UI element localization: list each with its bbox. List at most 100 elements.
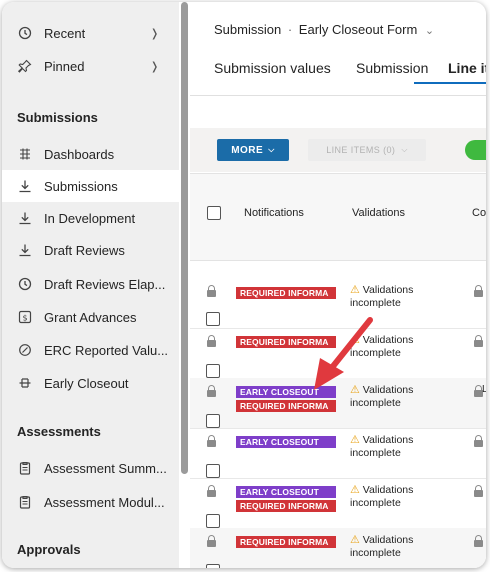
notification-badge: REQUIRED INFORMA — [236, 400, 336, 412]
sidebar-item-label: Submissions — [44, 178, 118, 194]
validation-subtext: incomplete — [350, 297, 401, 309]
validation-status: ⚠ Validations incomplete — [350, 284, 413, 310]
clipboard-icon — [17, 494, 33, 510]
tab-submission-values[interactable]: Submission values — [214, 60, 331, 76]
grid-header — [190, 173, 486, 261]
line-items-button[interactable]: LINE ITEMS (0) ⌵ — [308, 139, 426, 161]
lock-icon — [207, 535, 216, 547]
validation-text: Validations — [362, 284, 414, 296]
pin-icon — [17, 58, 33, 74]
sidebar-item-dashboards[interactable]: Dashboards — [2, 138, 179, 170]
validation-status: ⚠ Validations incomplete — [350, 484, 413, 510]
validation-text: Validations — [362, 484, 414, 496]
chevron-down-icon: ⌵ — [268, 145, 275, 154]
line-items-button-label: LINE ITEMS (0) — [326, 145, 396, 155]
lock-icon — [207, 435, 216, 447]
validation-text: Validations — [362, 434, 414, 446]
sidebar-item-label: Pinned — [44, 58, 85, 74]
table-row[interactable]: EARLY CLOSEOUT ⚠ Validations incomplete — [190, 428, 486, 479]
sidebar-item-label: Early Closeout — [44, 375, 129, 391]
validation-status: ⚠ Validations incomplete — [350, 384, 413, 410]
validation-status: ⚠ Validations incomplete — [350, 434, 413, 460]
notification-badge: EARLY CLOSEOUT — [236, 486, 336, 498]
sidebar-scrollbar[interactable] — [181, 2, 188, 474]
section-heading-assessments: Assessments — [17, 424, 101, 439]
sidebar-item-assessment-summary[interactable]: Assessment Summ... — [2, 452, 179, 484]
column-header-validations[interactable]: Validations — [352, 207, 405, 219]
breadcrumb-separator: · — [287, 22, 293, 37]
validation-text: Validations — [362, 334, 414, 346]
breadcrumb-form[interactable]: Early Closeout Form — [299, 22, 417, 37]
validation-subtext: incomplete — [350, 447, 401, 459]
chevron-down-icon[interactable]: ⌄ — [425, 25, 434, 37]
validation-text: Validations — [362, 384, 414, 396]
warning-icon: ⚠ — [350, 484, 360, 496]
lock-icon — [474, 435, 483, 447]
sidebar-item-label: ERC Reported Valu... — [44, 342, 169, 358]
notification-badge: EARLY CLOSEOUT — [236, 386, 336, 398]
table-row[interactable]: REQUIRED INFORMA ⚠ Validations incomplete — [190, 528, 486, 568]
sidebar-item-erc-reported-values[interactable]: ERC Reported Valu... — [2, 334, 179, 366]
column-header-cor[interactable]: Cor — [472, 207, 486, 219]
sidebar-item-pinned[interactable]: Pinned ❭ — [2, 50, 179, 82]
tab-submission[interactable]: Submission — [356, 60, 428, 76]
sidebar-item-early-closeout[interactable]: Early Closeout — [2, 367, 179, 399]
tab-line-items[interactable]: Line it — [448, 60, 486, 76]
warning-icon: ⚠ — [350, 534, 360, 546]
more-button[interactable]: MORE ⌵ — [217, 139, 289, 161]
sidebar-item-recent[interactable]: Recent ❭ — [2, 17, 179, 49]
breadcrumb-entity[interactable]: Submission — [214, 22, 281, 37]
select-all-checkbox[interactable] — [207, 206, 221, 220]
chevron-down-icon[interactable]: ❭ — [150, 60, 159, 73]
warning-icon: ⚠ — [350, 334, 360, 346]
link-icon — [17, 342, 33, 358]
sidebar-item-label: Assessment Summ... — [44, 460, 167, 476]
sidebar-item-grant-advances[interactable]: $ Grant Advances — [2, 301, 179, 333]
sidebar-item-label: Draft Reviews — [44, 242, 125, 258]
notification-badge: REQUIRED INFORMA — [236, 336, 336, 348]
row-checkbox[interactable] — [206, 414, 220, 428]
chevron-down-icon[interactable]: ❭ — [150, 27, 159, 40]
lock-icon — [207, 485, 216, 497]
cor-value: Le — [482, 384, 486, 395]
table-row[interactable]: REQUIRED INFORMA ⚠ Validations incomplete — [190, 278, 486, 329]
validation-subtext: incomplete — [350, 547, 401, 559]
section-heading-approvals: Approvals — [17, 542, 81, 557]
active-tab-indicator — [414, 82, 486, 84]
lock-icon — [207, 385, 216, 397]
notification-badge: REQUIRED INFORMA — [236, 287, 336, 299]
column-header-notifications[interactable]: Notifications — [244, 207, 304, 219]
sidebar-item-in-development[interactable]: In Development — [2, 202, 179, 234]
dashboard-icon — [17, 146, 33, 162]
header-divider — [190, 95, 486, 96]
lock-icon — [474, 485, 483, 497]
notification-badge: EARLY CLOSEOUT — [236, 436, 336, 448]
svg-text:$: $ — [22, 313, 27, 322]
row-checkbox[interactable] — [206, 514, 220, 528]
sidebar-item-label: Recent — [44, 25, 86, 41]
app-window: Recent ❭ Pinned ❭ Submissions Dashboards… — [2, 2, 486, 568]
section-heading-submissions: Submissions — [17, 110, 98, 125]
warning-icon: ⚠ — [350, 284, 360, 296]
table-row[interactable]: EARLY CLOSEOUT REQUIRED INFORMA ⚠ Valida… — [190, 478, 486, 529]
lock-icon — [474, 535, 483, 547]
sidebar-item-draft-reviews[interactable]: Draft Reviews — [2, 234, 179, 266]
download-icon — [17, 242, 33, 258]
validation-subtext: incomplete — [350, 397, 401, 409]
sidebar-item-label: Grant Advances — [44, 309, 137, 325]
lock-icon — [207, 335, 216, 347]
sidebar-item-draft-reviews-elapsed[interactable]: Draft Reviews Elap... — [2, 268, 179, 300]
table-row[interactable]: REQUIRED INFORMA ⚠ Validations incomplete — [190, 328, 486, 379]
sidebar-item-submissions[interactable]: Submissions — [2, 170, 179, 202]
sidebar-item-assessment-modules[interactable]: Assessment Modul... — [2, 486, 179, 518]
row-checkbox[interactable] — [206, 564, 220, 568]
row-checkbox[interactable] — [206, 364, 220, 378]
row-checkbox[interactable] — [206, 312, 220, 326]
view-toggle[interactable] — [465, 140, 486, 160]
breadcrumb: Submission · Early Closeout Form ⌄ — [214, 22, 434, 37]
closeout-icon — [17, 375, 33, 391]
download-icon — [17, 210, 33, 226]
money-icon: $ — [17, 309, 33, 325]
table-row[interactable]: EARLY CLOSEOUT REQUIRED INFORMA ⚠ Valida… — [190, 378, 486, 429]
row-checkbox[interactable] — [206, 464, 220, 478]
